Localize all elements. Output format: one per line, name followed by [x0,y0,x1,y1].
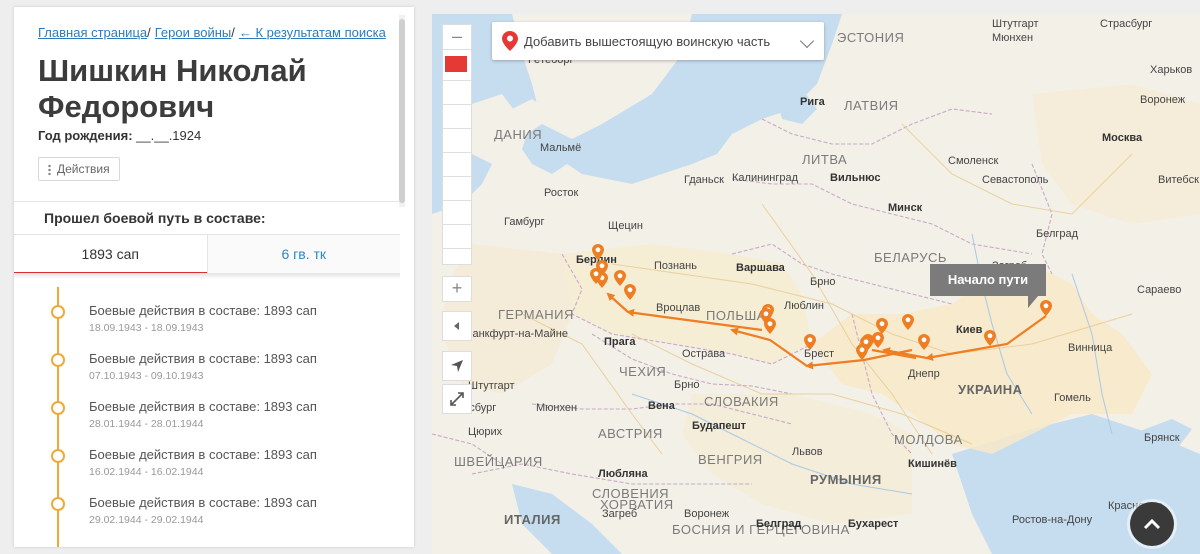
tabs-shadow [14,273,400,279]
zoom-level-indicator[interactable] [445,56,467,72]
route-point-pin[interactable] [614,270,626,286]
fullscreen-button[interactable] [442,384,472,414]
caret-left-icon [454,322,459,330]
combat-timeline: Боевые действия в составе: 1893 сап 18.0… [14,287,400,547]
timeline-item-dates: 18.09.1943 - 18.09.1943 [89,322,204,334]
timeline-item[interactable]: Боевые действия в составе: 1893 сап 28.0… [14,383,400,430]
birth-label: Год рождения: [38,128,133,143]
timeline-item-dates: 29.02.1944 - 29.02.1944 [89,514,204,526]
route-point-pin[interactable] [918,334,930,350]
hero-card: Главная страница/Герои войны/← К результ… [14,7,414,547]
timeline-item-title: Боевые действия в составе: 1893 сап [89,447,317,462]
route-point-pin[interactable] [856,344,868,360]
timeline-item-dates: 16.02.1944 - 16.02.1944 [89,466,204,478]
timeline-dot [51,305,65,319]
route-segment [730,327,808,367]
breadcrumb-home-link[interactable]: Главная страница [38,25,147,40]
route-start-label: Начало пути [930,264,1046,308]
birth-value: __.__.1924 [136,128,202,143]
zoom-in-button[interactable]: + [442,276,472,302]
route-point-pin[interactable] [592,244,604,260]
breadcrumb-separator: / [147,25,151,40]
route-point-pin[interactable] [764,318,776,334]
chevron-up-icon [1143,518,1161,530]
zoom-control: – [442,24,472,265]
zoom-out-button[interactable]: – [442,24,472,50]
unit-tabs: 1893 сап 6 гв. тк [14,234,400,274]
combat-path-heading: Прошел боевой путь в составе: [14,201,400,235]
route-point-pin[interactable] [984,330,996,346]
timeline-item-title: Боевые действия в составе: 1893 сап [89,351,317,366]
timeline-dot [51,353,65,367]
breadcrumb: Главная страница/Герои войны/← К результ… [38,25,386,40]
timeline-item-title: Боевые действия в составе: 1893 сап [89,303,317,318]
birth-year: Год рождения: __.__.1924 [38,128,201,143]
tab-6-gv-tk[interactable]: 6 гв. тк [206,235,400,273]
timeline-item[interactable]: Боевые действия в составе: 1893 сап 07.1… [14,335,400,382]
breadcrumb-separator: / [231,25,235,40]
actions-button[interactable]: Действия [38,157,120,181]
tab-1893-sap[interactable]: 1893 сап [14,235,207,274]
scrollbar-thumb[interactable] [399,19,405,203]
chevron-down-icon [799,33,815,49]
route-segment [626,308,763,332]
route-point-pin[interactable] [804,334,816,350]
timeline-item-dates: 07.10.1943 - 09.10.1943 [89,370,204,382]
expand-icon [450,392,464,406]
locate-button[interactable] [442,351,472,381]
scroll-to-top-button[interactable] [1130,502,1174,546]
actions-label: Действия [57,162,110,176]
timeline-item-title: Боевые действия в составе: 1893 сап [89,399,317,414]
parent-unit-select-placeholder: Добавить вышестоящую воинскую часть [524,33,771,49]
back-to-results-link[interactable]: ← К результатам поиска [239,25,386,40]
timeline-item[interactable]: Боевые действия в составе: 1893 сап 29.0… [14,479,400,526]
route-point-pin[interactable] [876,318,888,334]
timeline-item-dates: 28.01.1944 - 28.01.1944 [89,418,204,430]
combat-route-map[interactable]: ЭСТОНИЯ ЛАТВИЯ ЛИТВА ДАНИЯ БЕЛАРУСЬ ПОЛЬ… [432,14,1200,554]
map-pin-icon [502,31,518,51]
route-point-pin[interactable] [1040,300,1052,316]
combat-route-layer [590,244,1052,370]
timeline-item[interactable]: Боевые действия в составе: 1893 сап 16.0… [14,431,400,478]
zoom-slider[interactable] [442,50,472,265]
more-vertical-icon [48,163,51,175]
timeline-dot [51,449,65,463]
timeline-item[interactable]: Боевые действия в составе: 1893 сап 18.0… [14,287,400,334]
navigation-arrow-icon [451,360,463,372]
timeline-dot [51,497,65,511]
breadcrumb-heroes-link[interactable]: Герои войны [155,25,232,40]
route-point-pin[interactable] [624,284,636,300]
collapse-panel-button[interactable] [442,311,472,341]
person-name: Шишкин Николай Федорович [38,53,307,124]
route-segment [606,292,629,313]
route-point-pin[interactable] [902,314,914,330]
parent-unit-select[interactable]: Добавить вышестоящую воинскую часть [492,22,824,60]
timeline-dot [51,401,65,415]
timeline-item-title: Боевые действия в составе: 1893 сап [89,495,317,510]
